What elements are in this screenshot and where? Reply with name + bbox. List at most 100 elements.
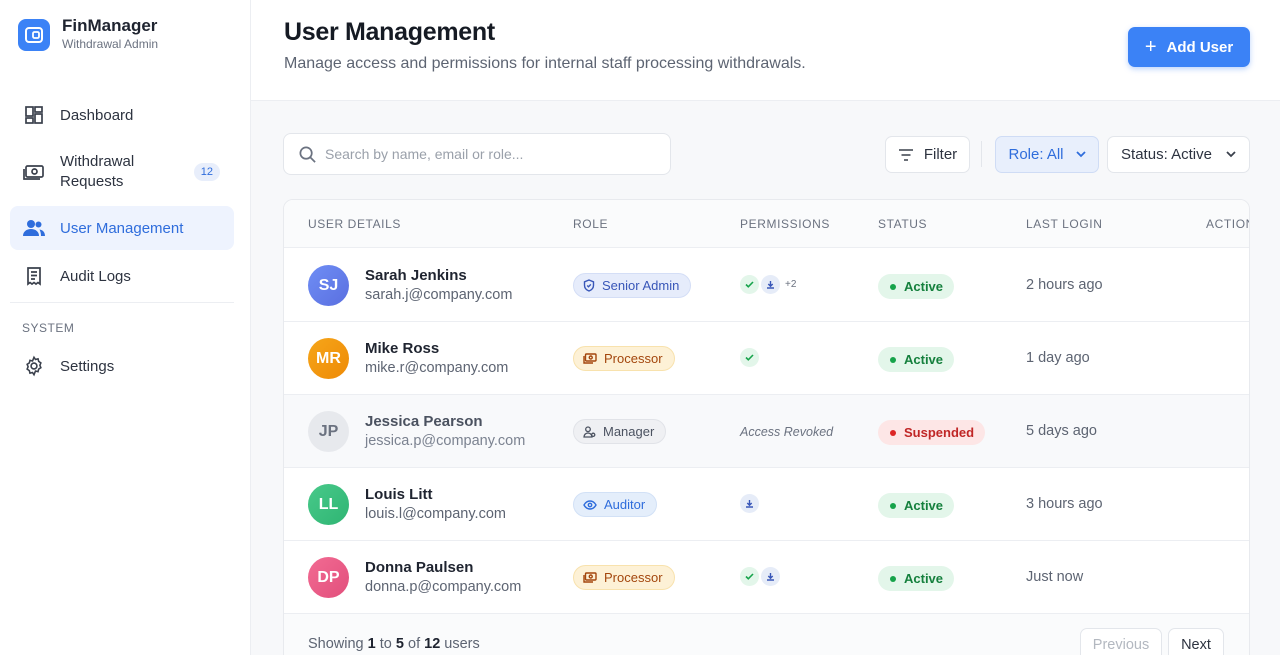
role-filter-label: Role: All [1008, 146, 1064, 163]
add-user-label: Add User [1166, 38, 1234, 56]
role-label: Processor [604, 351, 663, 366]
avatar: JP [308, 411, 349, 452]
sidebar-item-audit-logs[interactable]: Audit Logs [10, 256, 234, 296]
search-icon [298, 145, 317, 164]
status-badge: Active [878, 566, 955, 591]
last-login: Just now [1026, 569, 1084, 585]
chevron-down-icon [1075, 151, 1086, 158]
brand-subtitle: Withdrawal Admin [62, 37, 159, 51]
avatar: DP [308, 557, 349, 598]
column-header: USER DETAILS [308, 217, 401, 231]
filter-label: Filter [923, 146, 958, 163]
search-input[interactable] [325, 146, 645, 162]
eye-icon [583, 499, 597, 510]
next-page-button[interactable]: Next [1168, 628, 1224, 655]
sidebar: FinManager Withdrawal Admin Dashboard Wi… [0, 0, 251, 655]
role-filter-dropdown[interactable]: Role: All [995, 136, 1099, 173]
sidebar-item-label: Dashboard [60, 106, 134, 124]
summary-total: 12 [424, 636, 441, 652]
users-table: USER DETAILS ROLE PERMISSIONS STATUS LAS… [283, 199, 1250, 655]
sidebar-item-dashboard[interactable]: Dashboard [10, 95, 234, 135]
status-badge: Active [878, 493, 955, 518]
role-badge: Auditor [573, 492, 658, 517]
user-email: sarah.j@company.com [365, 287, 513, 303]
last-login: 5 days ago [1026, 423, 1097, 439]
table-footer: Showing 1 to 5 of 12 users Previous Next [284, 614, 1249, 655]
previous-page-button[interactable]: Previous [1080, 628, 1162, 655]
permissions: +2 [740, 275, 796, 294]
gear-icon [22, 354, 46, 378]
user-email: jessica.p@company.com [365, 433, 526, 449]
sidebar-item-label: Audit Logs [60, 267, 131, 285]
status-filter-dropdown[interactable]: Status: Active [1107, 136, 1250, 173]
avatar: SJ [308, 265, 349, 306]
column-header: STATUS [878, 217, 928, 231]
status-label: Suspended [904, 425, 975, 440]
table-row[interactable]: DP Donna Paulsen donna.p@company.com Pro… [284, 541, 1249, 614]
table-row[interactable]: MR Mike Ross mike.r@company.com Processo… [284, 322, 1249, 395]
summary-of-word: of [408, 636, 421, 652]
money-icon [583, 572, 597, 583]
status-filter-label: Status: Active [1121, 146, 1212, 163]
sidebar-item-label: Withdrawal Requests [60, 153, 135, 190]
dashboard-icon [22, 103, 46, 127]
check-icon [740, 348, 759, 367]
user-email: donna.p@company.com [365, 579, 522, 595]
sidebar-item-label: Settings [60, 357, 115, 375]
user-name: Mike Ross [365, 340, 440, 357]
more-permissions: +2 [785, 279, 797, 290]
table-row[interactable]: JP Jessica Pearson jessica.p@company.com… [284, 395, 1249, 468]
users-icon [22, 216, 46, 240]
role-label: Processor [604, 570, 663, 585]
status-label: Active [904, 498, 944, 513]
add-user-button[interactable]: + Add User [1128, 27, 1250, 67]
page-subtitle: Manage access and permissions for intern… [284, 55, 806, 72]
download-icon [740, 494, 759, 513]
filter-icon [898, 148, 914, 161]
column-header: PERMISSIONS [740, 217, 830, 231]
check-icon [740, 275, 759, 294]
status-badge: Suspended [878, 420, 986, 445]
column-header: ACTIONS [1206, 217, 1249, 231]
section-label-system: SYSTEM [22, 321, 75, 335]
status-badge: Active [878, 274, 955, 299]
summary-from: 1 [367, 636, 376, 652]
brand[interactable]: FinManager Withdrawal Admin [18, 16, 158, 53]
permissions [740, 567, 782, 586]
receipt-icon [22, 264, 46, 288]
table-row[interactable]: LL Louis Litt louis.l@company.com Audito… [284, 468, 1249, 541]
shield-icon [583, 279, 595, 292]
sidebar-item-settings[interactable]: Settings [10, 346, 234, 386]
sidebar-item-label: User Management [60, 219, 184, 237]
user-name: Sarah Jenkins [365, 267, 467, 284]
brand-name: FinManager [62, 16, 158, 35]
summary-to: 5 [395, 636, 404, 652]
sidebar-item-user-management[interactable]: User Management [10, 206, 234, 250]
download-icon [761, 275, 780, 294]
permissions [740, 494, 761, 513]
filter-button[interactable]: Filter [885, 136, 970, 173]
sidebar-item-withdrawal-requests[interactable]: Withdrawal Requests 12 [10, 149, 234, 195]
status-label: Active [904, 352, 944, 367]
divider [10, 302, 234, 303]
money-icon [22, 160, 46, 184]
table-header: USER DETAILS ROLE PERMISSIONS STATUS LAS… [284, 200, 1249, 248]
column-header: ROLE [573, 217, 609, 231]
role-label: Manager [603, 424, 655, 439]
money-icon [583, 353, 597, 364]
pagination-summary: Showing 1 to 5 of 12 users [308, 636, 480, 652]
status-badge: Active [878, 347, 955, 372]
user-name: Louis Litt [365, 486, 433, 503]
avatar: MR [308, 338, 349, 379]
user-email: louis.l@company.com [365, 506, 506, 522]
column-header: LAST LOGIN [1026, 217, 1103, 231]
check-icon [740, 567, 759, 586]
role-label: Senior Admin [602, 278, 680, 293]
summary-prefix: Showing [308, 636, 364, 652]
search-box[interactable] [283, 133, 671, 175]
table-row[interactable]: SJ Sarah Jenkins sarah.j@company.com Sen… [284, 249, 1249, 322]
status-dot [890, 429, 896, 436]
user-name: Jessica Pearson [365, 413, 483, 430]
wallet-icon [18, 18, 50, 51]
last-login: 1 day ago [1026, 350, 1090, 366]
